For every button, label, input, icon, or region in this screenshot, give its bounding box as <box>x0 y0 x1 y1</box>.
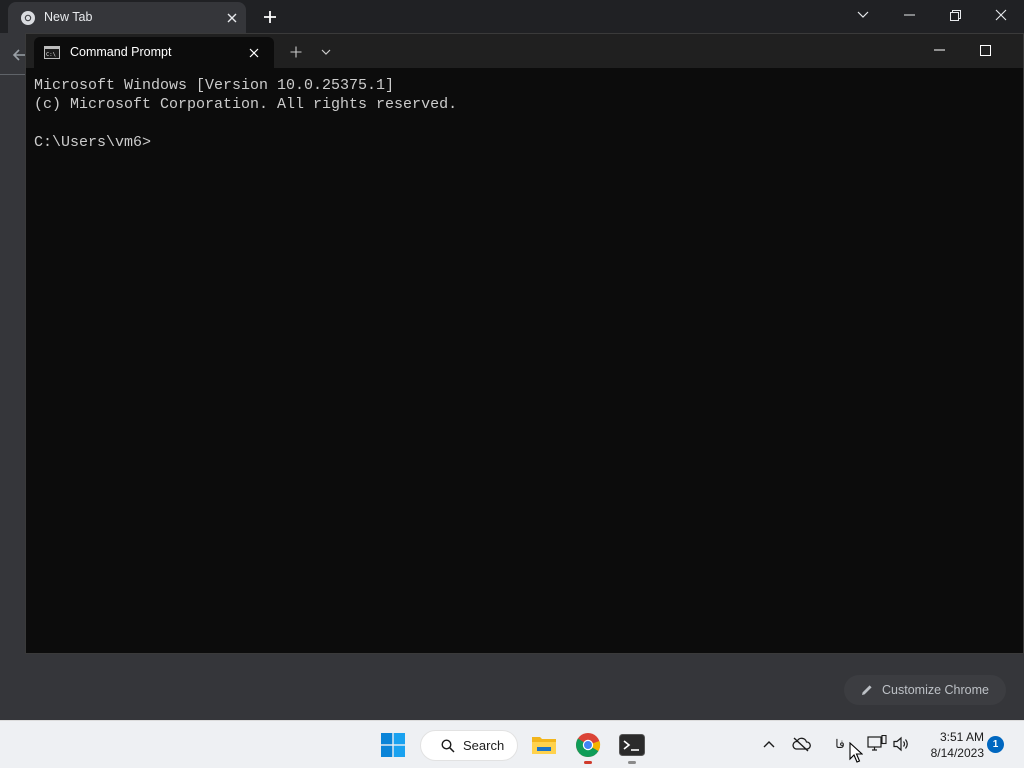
search-label: Search <box>463 738 505 753</box>
svg-text:C:\: C:\ <box>46 52 56 58</box>
input-language-indicator[interactable]: فا <box>829 733 851 755</box>
folder-icon <box>532 737 556 754</box>
taskbar-clock[interactable]: 3:51 AM 8/14/2023 <box>920 729 984 761</box>
mouse-cursor-icon <box>849 742 863 763</box>
terminal-new-tab-plus-icon[interactable] <box>284 40 308 64</box>
chrome-new-tab-plus-icon[interactable] <box>258 5 282 29</box>
customize-chrome-button[interactable]: Customize Chrome <box>844 675 1006 705</box>
terminal-maximize-icon[interactable] <box>962 36 1008 64</box>
terminal-running-indicator <box>628 761 636 764</box>
terminal-window: C:\ Command Prompt Microsoft Windows [Ve… <box>25 33 1024 654</box>
clock-time: 3:51 AM <box>939 730 984 744</box>
chrome-icon <box>576 733 601 758</box>
volume-icon[interactable] <box>890 733 912 755</box>
chrome-running-indicator <box>584 761 592 764</box>
command-prompt-icon: C:\ <box>44 46 60 59</box>
customize-chrome-label: Customize Chrome <box>882 683 989 697</box>
chrome-tab-strip: New Tab <box>0 0 1024 33</box>
chrome-close-icon[interactable] <box>978 0 1024 30</box>
terminal-tab-title: Command Prompt <box>70 45 172 59</box>
terminal-prompt-line: C:\Users\vm6> <box>34 134 152 151</box>
taskbar-search-box[interactable]: Search <box>420 730 518 761</box>
clock-date: 8/14/2023 <box>930 746 984 760</box>
terminal-dropdown-chevron-icon[interactable] <box>314 40 338 64</box>
onedrive-offline-icon[interactable] <box>790 733 812 755</box>
chrome-restore-icon[interactable] <box>932 0 978 30</box>
show-hidden-icons-chevron-icon[interactable] <box>758 733 780 755</box>
chrome-minimize-icon[interactable] <box>886 0 932 30</box>
terminal-title-bar[interactable]: C:\ Command Prompt <box>26 34 1023 68</box>
file-explorer-taskbar-button[interactable] <box>527 725 561 765</box>
terminal-icon <box>619 734 645 756</box>
start-button[interactable] <box>376 725 410 765</box>
terminal-tab-command-prompt[interactable]: C:\ Command Prompt <box>34 37 274 68</box>
chrome-tab-close-icon[interactable] <box>222 8 242 28</box>
terminal-output[interactable]: Microsoft Windows [Version 10.0.25375.1]… <box>34 76 1014 646</box>
search-icon <box>441 738 455 753</box>
chrome-tab-title: New Tab <box>44 10 93 24</box>
terminal-minimize-icon[interactable] <box>916 36 962 64</box>
windows-start-icon <box>381 733 405 757</box>
terminal-line: (c) Microsoft Corporation. All rights re… <box>34 96 458 113</box>
terminal-taskbar-button[interactable] <box>615 725 649 765</box>
chrome-tab-search-chevron-icon[interactable] <box>840 0 886 30</box>
terminal-tab-close-icon[interactable] <box>244 43 264 63</box>
terminal-line: Microsoft Windows [Version 10.0.25375.1] <box>34 77 395 94</box>
chrome-taskbar-button[interactable] <box>571 725 605 765</box>
notification-count-badge[interactable]: 1 <box>987 736 1004 753</box>
pencil-icon <box>862 685 872 695</box>
chrome-tab-new-tab[interactable]: New Tab <box>8 2 246 33</box>
taskbar: Search فا 3:51 AM 8/14/2023 <box>0 720 1024 768</box>
chrome-icon <box>21 11 35 25</box>
network-icon[interactable] <box>866 733 888 755</box>
